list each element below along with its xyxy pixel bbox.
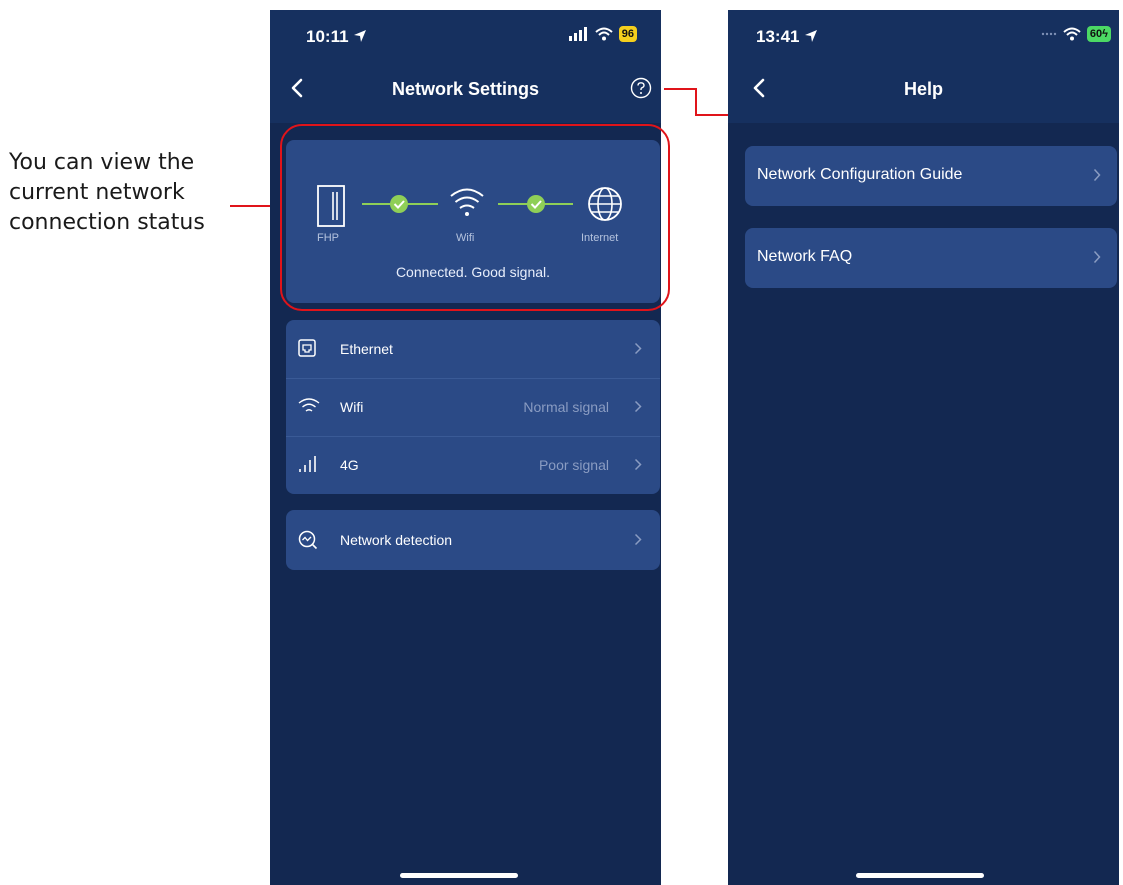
network-configuration-guide-label: Network Configuration Guide bbox=[757, 166, 963, 183]
annotation-connector-help-v bbox=[695, 88, 697, 116]
status-icons: 60ϟ bbox=[1041, 26, 1111, 42]
status-time: 10:11 bbox=[306, 27, 367, 47]
ethernet-label: Ethernet bbox=[340, 341, 393, 357]
network-faq-label: Network FAQ bbox=[757, 248, 853, 265]
chevron-right-icon bbox=[634, 458, 642, 471]
wifi-icon bbox=[298, 398, 320, 412]
cellular-signal-icon bbox=[568, 27, 587, 41]
list-item-4g[interactable]: 4G Poor signal bbox=[286, 436, 660, 494]
chevron-right-icon bbox=[1093, 168, 1101, 182]
network-faq-item[interactable]: Network FAQ bbox=[745, 228, 1117, 288]
annotation-line-2: current network bbox=[9, 180, 185, 205]
charging-bolt-icon: ϟ bbox=[1102, 28, 1108, 40]
chevron-right-icon bbox=[634, 400, 642, 413]
top-bar: 10:11 96 Network Settings bbox=[270, 10, 661, 123]
help-icon[interactable] bbox=[630, 77, 652, 99]
wifi-label: Wifi bbox=[340, 399, 364, 415]
connection-list: Ethernet Wifi Normal signal 4G Poor sign… bbox=[286, 320, 660, 494]
4g-label: 4G bbox=[340, 457, 359, 473]
annotation-line-3: connection status bbox=[9, 210, 205, 235]
status-highlight-box bbox=[280, 124, 670, 311]
ethernet-icon bbox=[298, 339, 316, 357]
annotation-text: You can view the current network connect… bbox=[9, 148, 249, 238]
annotation-connector-help-h1 bbox=[664, 88, 697, 90]
wifi-status-icon bbox=[595, 27, 613, 41]
cellular-bars-icon bbox=[299, 456, 316, 472]
status-icons: 96 bbox=[568, 26, 637, 42]
chevron-right-icon bbox=[1093, 250, 1101, 264]
4g-signal-value: Poor signal bbox=[538, 457, 609, 473]
annotation-connector-help-h2 bbox=[695, 114, 728, 116]
home-indicator bbox=[856, 873, 984, 878]
top-bar: 13:41 60ϟ Help bbox=[728, 10, 1119, 123]
page-title: Network Settings bbox=[391, 79, 540, 99]
battery-indicator: 60ϟ bbox=[1086, 26, 1111, 42]
page-title: Help bbox=[903, 79, 943, 99]
status-time: 13:41 bbox=[756, 27, 818, 47]
annotation-line-1: You can view the bbox=[9, 150, 195, 175]
battery-indicator: 96 bbox=[618, 26, 637, 42]
no-signal-dots-icon bbox=[1041, 32, 1057, 36]
chevron-right-icon bbox=[634, 533, 642, 546]
list-item-wifi[interactable]: Wifi Normal signal bbox=[286, 378, 660, 436]
location-arrow-icon bbox=[805, 30, 818, 42]
wifi-signal-value: Normal signal bbox=[523, 399, 609, 415]
chevron-right-icon bbox=[634, 342, 642, 355]
network-configuration-guide-item[interactable]: Network Configuration Guide bbox=[745, 146, 1117, 206]
location-arrow-icon bbox=[354, 30, 367, 42]
network-detection-button[interactable]: Network detection bbox=[286, 510, 660, 570]
help-screen: 13:41 60ϟ Help Network Configuration Gui… bbox=[728, 10, 1119, 885]
network-detection-label: Network detection bbox=[340, 532, 453, 548]
magnifier-pulse-icon bbox=[298, 530, 318, 550]
wifi-status-icon bbox=[1063, 27, 1081, 41]
home-indicator bbox=[400, 873, 518, 878]
list-item-ethernet[interactable]: Ethernet bbox=[286, 320, 660, 378]
